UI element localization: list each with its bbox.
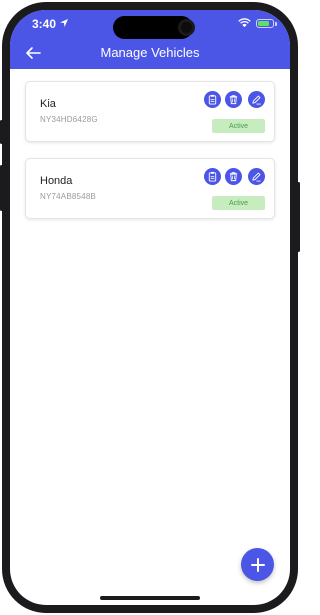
app-screen: 3:40 Manage Vehicles Kia NY34HD6428G Act… — [10, 10, 290, 605]
clipboard-icon — [208, 171, 217, 182]
pencil-icon — [252, 172, 261, 182]
vehicle-plate: NY34HD6428G — [40, 115, 98, 124]
camera-lens — [178, 19, 195, 36]
add-vehicle-button[interactable] — [241, 548, 274, 581]
plus-icon — [250, 557, 265, 572]
location-icon — [60, 19, 68, 27]
wifi-icon — [238, 18, 251, 28]
vehicle-card[interactable]: Honda NY74AB8548B Active — [25, 158, 275, 219]
home-indicator — [100, 596, 200, 600]
delete-button[interactable] — [225, 168, 242, 185]
page-title: Manage Vehicles — [100, 45, 200, 60]
vehicle-name: Honda — [40, 175, 73, 187]
header-bar: 3:40 Manage Vehicles — [10, 10, 290, 69]
vehicle-name: Kia — [40, 98, 56, 110]
pencil-icon — [252, 95, 261, 105]
battery-tip — [275, 22, 277, 26]
view-details-button[interactable] — [204, 168, 221, 185]
trash-icon — [229, 172, 238, 182]
vehicle-plate: NY74AB8548B — [40, 192, 97, 201]
trash-icon — [229, 95, 238, 105]
vehicle-card[interactable]: Kia NY34HD6428G Active — [25, 81, 275, 142]
edit-button[interactable] — [248, 168, 265, 185]
clipboard-icon — [208, 94, 217, 105]
status-badge: Active — [212, 196, 265, 210]
battery-level — [258, 21, 269, 26]
status-badge: Active — [212, 119, 265, 133]
view-details-button[interactable] — [204, 91, 221, 108]
edit-button[interactable] — [248, 91, 265, 108]
status-time: 3:40 — [32, 17, 57, 31]
battery-charging-icon — [256, 19, 274, 28]
delete-button[interactable] — [225, 91, 242, 108]
